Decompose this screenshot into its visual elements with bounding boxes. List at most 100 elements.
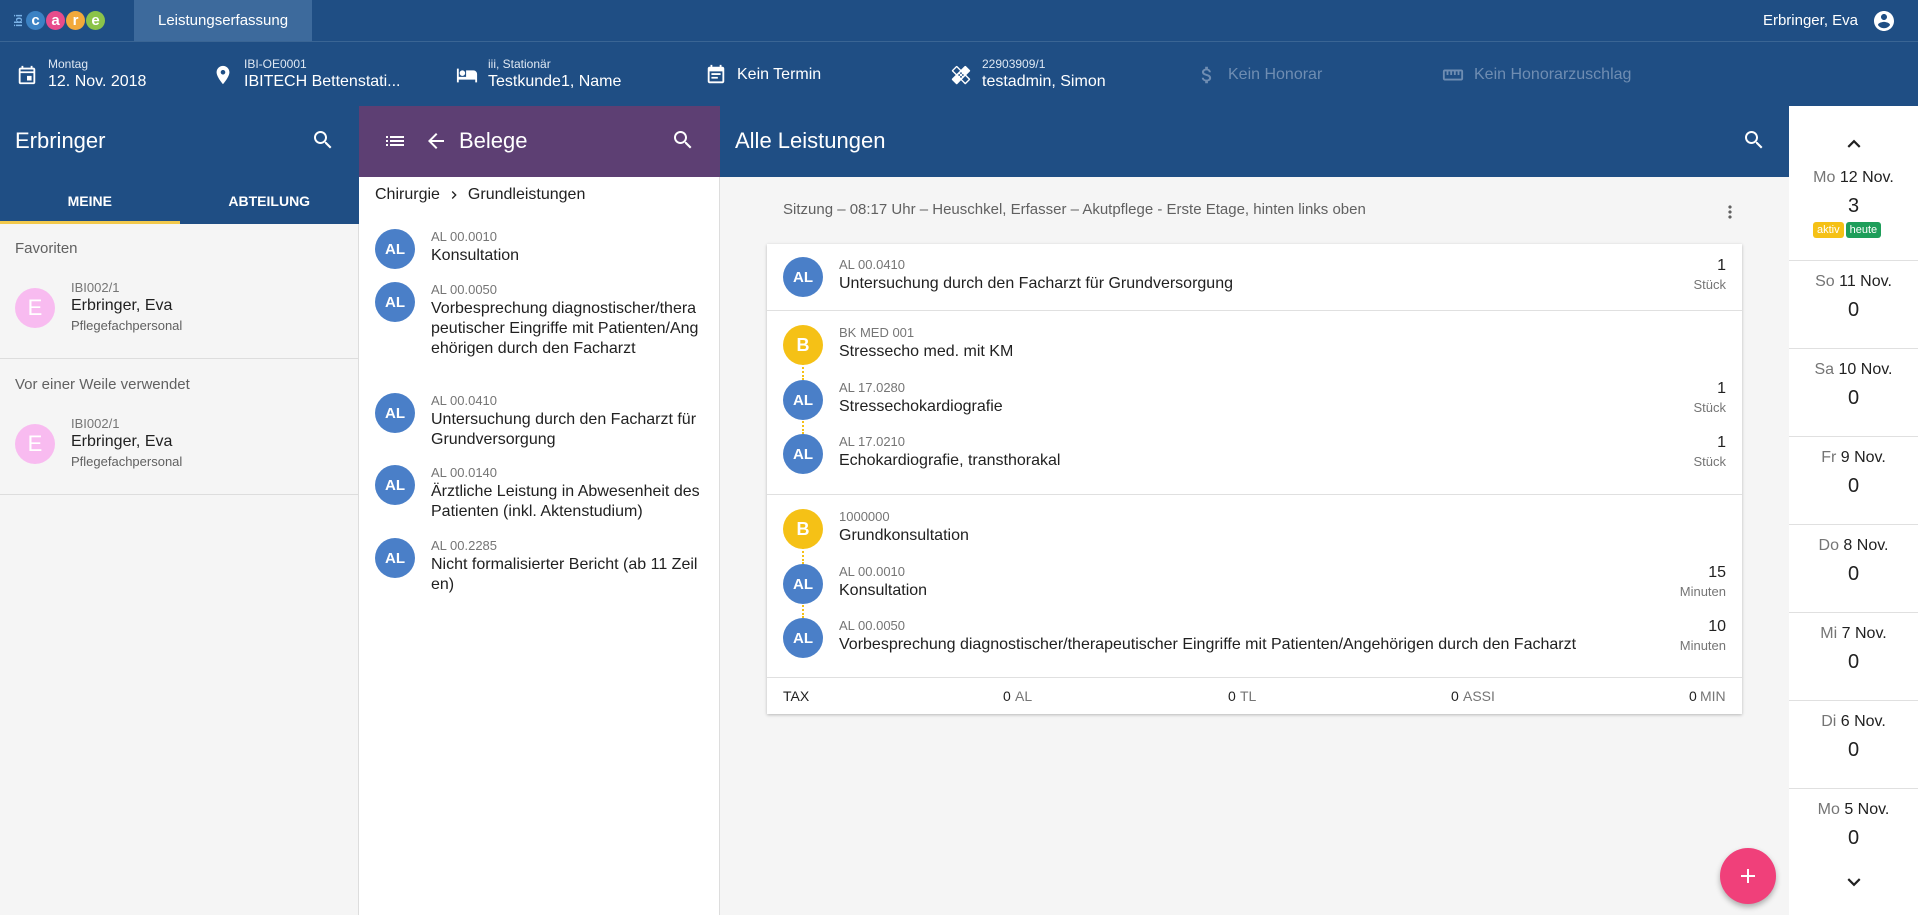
location-info[interactable]: IBI-OE0001 IBITECH Bettenstati...	[212, 42, 401, 107]
item-name: Untersuchung durch den Facharzt für Grun…	[431, 411, 697, 448]
day-calendar: Mo 12 Nov. 3 aktiv heute So 11 Nov. 0 Sa…	[1789, 106, 1918, 915]
divider	[0, 358, 359, 359]
person-name: Erbringer, Eva	[71, 433, 173, 450]
day-di-6[interactable]: Di 6 Nov. 0	[1789, 701, 1918, 789]
calendar-up-button[interactable]	[1841, 131, 1867, 157]
day-sa-10[interactable]: Sa 10 Nov. 0	[1789, 349, 1918, 437]
row-code: BK MED 001	[839, 325, 915, 340]
day-mo-5[interactable]: Mo 5 Nov. 0	[1789, 789, 1918, 877]
list-item[interactable]: AL AL 00.0410 Untersuchung durch den Fac…	[375, 393, 715, 453]
day-date: 6 Nov.	[1840, 713, 1886, 730]
list-menu-button[interactable]	[383, 129, 407, 153]
list-item[interactable]: AL AL 00.2285 Nicht formalisierter Beric…	[375, 538, 715, 598]
belege-search-button[interactable]	[671, 128, 697, 154]
session-more-button[interactable]	[1720, 200, 1740, 224]
day-so-11[interactable]: So 11 Nov. 0	[1789, 261, 1918, 349]
day-date: 9 Nov.	[1840, 449, 1886, 466]
item-code: AL 00.0050	[431, 282, 498, 297]
day-date: 7 Nov.	[1841, 625, 1887, 642]
case-info[interactable]: 22903909/1 testadmin, Simon	[950, 42, 1106, 107]
account-circle-icon	[1874, 10, 1894, 31]
logo-prefix: ibi	[13, 14, 25, 27]
table-row[interactable]: AL AL 00.0050 Vorbesprechung diagnostisc…	[767, 609, 1742, 673]
item-name: Vorbesprechung diagnostischer/therapeuti…	[431, 300, 699, 357]
day-do-8[interactable]: Do 8 Nov. 0	[1789, 525, 1918, 613]
table-row[interactable]: AL AL 00.0010 Konsultation 15 Minuten	[767, 555, 1742, 609]
item-code: AL 00.0140	[431, 465, 498, 480]
avatar: AL	[375, 282, 415, 322]
stay-info[interactable]: iii, Stationär Testkunde1, Name	[456, 42, 621, 107]
stay-value: Testkunde1, Name	[488, 73, 622, 90]
fee-value: Kein Honorar	[1228, 65, 1323, 83]
more-vert-icon	[1728, 205, 1732, 219]
avatar: B	[783, 325, 823, 365]
weekday: So	[1815, 273, 1835, 290]
row-name: Untersuchung durch den Facharzt für Grun…	[839, 275, 1233, 292]
day-count: 0	[1847, 387, 1860, 409]
user-menu[interactable]: Erbringer, Eva	[1763, 0, 1896, 41]
avatar: AL	[375, 229, 415, 269]
table-row[interactable]: AL AL 17.0280 Stressechokardiografie 1 S…	[767, 371, 1742, 425]
list-item[interactable]: AL AL 00.0010 Konsultation	[375, 229, 715, 279]
row-quantity: 1	[1717, 257, 1726, 274]
summary-al-value: 0	[1003, 688, 1011, 704]
summary-tl-value: 0	[1228, 688, 1236, 704]
app-tab-leistungserfassung[interactable]: Leistungserfassung	[134, 0, 313, 41]
person-code: IBI002/1	[71, 416, 120, 431]
day-mo-12[interactable]: Mo 12 Nov. 3	[1789, 157, 1918, 261]
badge-active: aktiv	[1813, 222, 1844, 238]
avatar: AL	[783, 257, 823, 297]
tab-meine[interactable]: MEINE	[0, 177, 180, 224]
back-button[interactable]	[424, 129, 448, 153]
top-bar: ibi c a r e Leistungserfassung Erbringer…	[0, 0, 1918, 41]
date-info[interactable]: Montag 12. Nov. 2018	[16, 42, 146, 107]
list-item[interactable]: AL AL 00.0050 Vorbesprechung diagnostisc…	[375, 282, 715, 382]
day-fr-9[interactable]: Fr 9 Nov. 0	[1789, 437, 1918, 525]
item-code: AL 00.0410	[431, 393, 498, 408]
event-note-icon	[707, 64, 725, 83]
item-code: AL 00.2285	[431, 538, 498, 553]
row-unit: Stück	[1693, 277, 1726, 292]
calendar-icon	[18, 65, 36, 84]
erbringer-search-button[interactable]	[311, 128, 337, 154]
fee-surcharge-info[interactable]: Kein Honorarzuschlag	[1442, 42, 1631, 107]
summary-row: TAX 0 AL 0 TL 0 ASSI 0 MIN	[767, 677, 1742, 714]
day-header: Sa 10 Nov.	[1789, 361, 1918, 379]
appointment-info[interactable]: Kein Termin	[705, 42, 821, 107]
user-name: Erbringer, Eva	[1762, 12, 1858, 29]
favorite-person[interactable]: E IBI002/1 Erbringer, Eva Pflegefachpers…	[15, 280, 345, 340]
weekday: Mo	[1817, 801, 1840, 818]
add-leistung-button[interactable]	[1720, 848, 1776, 904]
breadcrumb-item[interactable]: Grundleistungen	[468, 186, 585, 204]
table-row[interactable]: B BK MED 001 Stressecho med. mit KM	[767, 311, 1742, 371]
location-pin-icon	[216, 65, 230, 84]
row-code: AL 00.0050	[839, 618, 906, 633]
day-mi-7[interactable]: Mi 7 Nov. 0	[1789, 613, 1918, 701]
breadcrumb-item[interactable]: Chirurgie	[375, 186, 440, 204]
fee-info[interactable]: Kein Honorar	[1196, 42, 1322, 107]
calendar-down-button[interactable]	[1841, 869, 1867, 895]
recent-label: Vor einer Weile verwendet	[15, 376, 190, 393]
table-row[interactable]: B 1000000 Grundkonsultation	[767, 495, 1742, 555]
day-header: Di 6 Nov.	[1789, 713, 1918, 731]
leistungen-search-button[interactable]	[1742, 128, 1768, 154]
table-row[interactable]: AL AL 17.0210 Echokardiografie, transtho…	[767, 425, 1742, 489]
leistungen-header: Alle Leistungen	[720, 106, 1789, 177]
summary-assi-value: 0	[1451, 688, 1459, 704]
erbringer-title: Erbringer	[15, 128, 106, 153]
search-icon	[1745, 131, 1763, 149]
summary-al-unit: AL	[1015, 688, 1033, 704]
avatar: AL	[375, 465, 415, 505]
avatar: E	[15, 424, 55, 464]
context-bar: Montag 12. Nov. 2018 IBI-OE0001 IBITECH Be…	[0, 41, 1918, 106]
tab-abteilung[interactable]: ABTEILUNG	[180, 177, 360, 224]
app-logo[interactable]: ibi c a r e	[13, 0, 120, 41]
recent-person[interactable]: E IBI002/1 Erbringer, Eva Pflegefachpers…	[15, 416, 345, 476]
plus-icon	[1741, 869, 1755, 883]
list-item[interactable]: AL AL 00.0140 Ärztliche Leistung in Abwe…	[375, 465, 715, 525]
table-row[interactable]: AL AL 00.0410 Untersuchung durch den Fac…	[767, 244, 1742, 310]
row-name: Vorbesprechung diagnostischer/therapeuti…	[839, 636, 1577, 653]
summary-assi-unit: ASSI	[1463, 688, 1495, 704]
stay-label: iii, Stationär	[488, 57, 551, 71]
search-icon	[314, 131, 332, 149]
